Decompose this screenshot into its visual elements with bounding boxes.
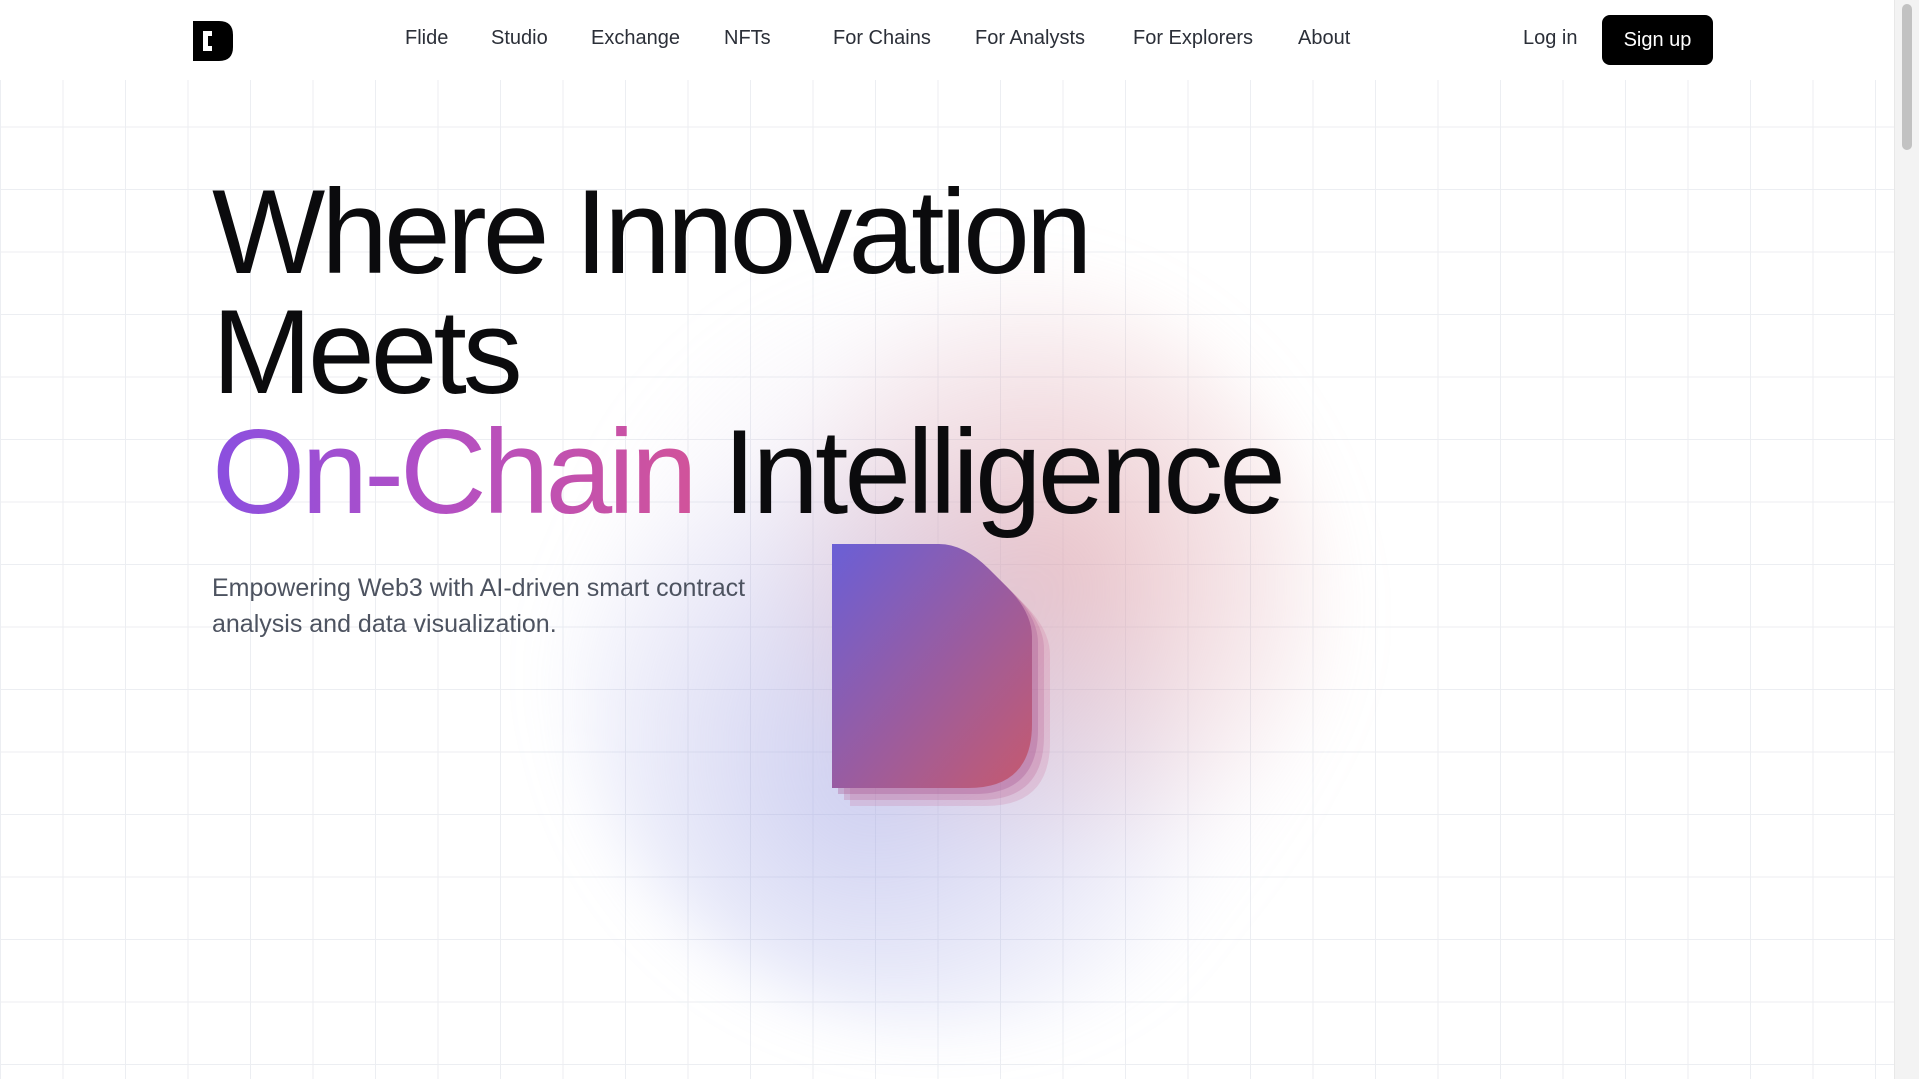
vertical-scrollbar[interactable] xyxy=(1894,0,1919,1079)
hero-title-line-2: Meets xyxy=(212,285,523,419)
hero-subtitle: Empowering Web3 with AI-driven smart con… xyxy=(212,574,746,638)
site-header: Flide Studio Exchange NFTs For Chains Fo… xyxy=(0,0,1895,80)
nav-for-analysts[interactable]: For Analysts xyxy=(975,27,1085,50)
hero-d-shape-icon xyxy=(832,544,1050,806)
hero-title-line-3: On-Chain Intelligence xyxy=(212,412,1286,532)
brand-d-logo-icon[interactable] xyxy=(193,21,233,61)
scrollbar-thumb[interactable] xyxy=(1902,4,1912,150)
hero-title-line-3-rest: Intelligence xyxy=(693,405,1286,539)
hero-title-accent: On-Chain xyxy=(212,405,698,539)
hero-title: Where Innovation Meets On-Chain Intellig… xyxy=(212,165,1286,532)
nav-nfts[interactable]: NFTs xyxy=(724,27,771,50)
nav-about[interactable]: About xyxy=(1298,27,1350,50)
nav-for-explorers[interactable]: For Explorers xyxy=(1133,27,1253,50)
page: Flide Studio Exchange NFTs For Chains Fo… xyxy=(0,0,1919,1079)
hero-title-line-1: Where Innovation xyxy=(212,165,1093,299)
signup-button[interactable]: Sign up xyxy=(1602,15,1713,65)
nav-studio[interactable]: Studio xyxy=(491,27,548,50)
nav-for-chains[interactable]: For Chains xyxy=(833,27,931,50)
nav-exchange[interactable]: Exchange xyxy=(591,27,680,50)
nav-flide[interactable]: Flide xyxy=(405,27,448,50)
login-link[interactable]: Log in xyxy=(1523,27,1578,50)
